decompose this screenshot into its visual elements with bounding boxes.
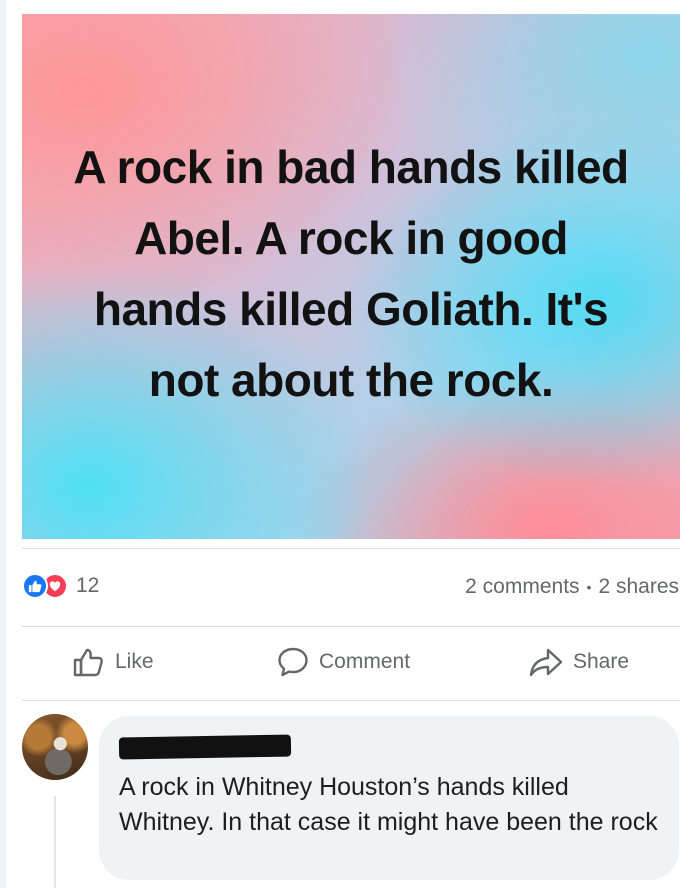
post-background-image[interactable]: A rock in bad hands killed Abel. A rock … bbox=[22, 14, 680, 539]
comment-icon bbox=[278, 647, 308, 677]
share-button[interactable]: Share bbox=[528, 646, 629, 678]
reaction-count[interactable]: 12 bbox=[76, 574, 99, 598]
comment-label: Comment bbox=[319, 650, 411, 673]
engagement-stats: 2 comments • 2 shares bbox=[465, 575, 679, 599]
action-bar: Like Comment Share bbox=[22, 646, 680, 684]
commenter-name-redacted[interactable] bbox=[118, 734, 292, 760]
like-label: Like bbox=[115, 650, 154, 673]
left-gutter bbox=[0, 0, 6, 888]
reaction-summary[interactable]: 12 bbox=[22, 573, 99, 599]
thread-line bbox=[54, 796, 56, 888]
thumbs-up-icon bbox=[73, 648, 103, 677]
like-icon bbox=[22, 573, 48, 599]
comment-text: A rock in Whitney Houston’s hands killed… bbox=[119, 773, 658, 836]
comments-count[interactable]: 2 comments bbox=[465, 575, 579, 599]
commenter-avatar[interactable] bbox=[22, 714, 88, 780]
comment: A rock in Whitney Houston’s hands killed… bbox=[22, 714, 682, 888]
share-label: Share bbox=[573, 650, 630, 673]
separator-dot: • bbox=[586, 579, 592, 595]
like-button[interactable]: Like bbox=[72, 646, 154, 678]
shares-count[interactable]: 2 shares bbox=[598, 575, 679, 599]
comment-button[interactable]: Comment bbox=[276, 646, 410, 678]
share-arrow-icon bbox=[529, 648, 563, 677]
stats-divider bbox=[22, 626, 680, 627]
post-image-text: A rock in bad hands killed Abel. A rock … bbox=[73, 140, 629, 406]
image-bottom-divider bbox=[22, 548, 680, 549]
facebook-post-screenshot: A rock in bad hands killed Abel. A rock … bbox=[0, 0, 700, 888]
comment-bubble[interactable]: A rock in Whitney Houston’s hands killed… bbox=[99, 716, 679, 880]
actions-divider bbox=[22, 700, 680, 701]
